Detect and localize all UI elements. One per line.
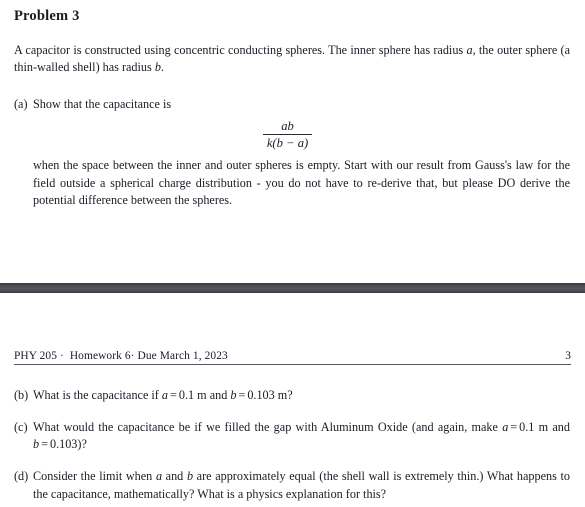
footer-course-line: PHY 205 · Homework 6· Due March 1, 2023 xyxy=(14,350,228,362)
footer-page-number: 3 xyxy=(565,350,571,362)
list-item-c: (c) What would the capacitance be if we … xyxy=(0,419,585,454)
value-b: 0.103 xyxy=(247,388,275,403)
page-footer: PHY 205 · Homework 6· Due March 1, 2023 3 xyxy=(14,293,571,366)
capacitance-formula: ab k(b − a) xyxy=(0,119,585,150)
list-item-b: (b) What is the capacitance if a = 0.1 m a… xyxy=(0,387,585,404)
page-break-separator xyxy=(0,283,585,293)
variable-a: a xyxy=(155,469,163,484)
footer-assignment: Homework 6 xyxy=(69,350,131,362)
fraction-denominator: k(b − a) xyxy=(266,136,309,151)
value-b: 0.103 xyxy=(49,436,78,451)
variable-b: b xyxy=(186,469,194,484)
equals-sign: = xyxy=(41,436,48,451)
fraction: ab k(b − a) xyxy=(262,119,313,151)
list-item-b-text: What is the capacitance if a = 0.1 m and b… xyxy=(33,388,293,403)
footer-course: PHY 205 xyxy=(14,350,57,362)
value-a: 0.1 xyxy=(519,419,535,434)
footer-row: PHY 205 · Homework 6· Due March 1, 2023 3 xyxy=(14,350,571,364)
footer-separator-1: · xyxy=(60,350,64,362)
list-item-a-continuation: when the space between the inner and out… xyxy=(33,158,570,207)
footer-due-date: Due March 1, 2023 xyxy=(137,350,228,362)
document-page-upper: Problem 3 A capacitor is constructed usi… xyxy=(0,0,585,283)
list-item-d: (d) Consider the limit when a and b are … xyxy=(0,468,585,503)
list-item-d-label: (d) xyxy=(14,469,29,484)
footer-rule xyxy=(14,364,571,366)
value-a: 0.1 xyxy=(178,388,195,403)
page-title: Problem 3 xyxy=(14,8,80,24)
list-item-b-label: (b) xyxy=(14,388,29,403)
list-item-a-label: (a) xyxy=(14,96,28,111)
problem-intro-paragraph: A capacitor is constructed using concent… xyxy=(14,43,570,75)
variable-a: a xyxy=(466,43,473,58)
list-item-c-label: (c) xyxy=(14,419,28,434)
equals-sign: = xyxy=(510,419,518,434)
equals-sign: = xyxy=(238,388,246,403)
list-item-a-text: Show that the capacitance is xyxy=(33,96,172,111)
variable-b: b xyxy=(154,60,161,75)
fraction-numerator: ab xyxy=(281,119,294,134)
list-item-d-text: Consider the limit when a and b are appr… xyxy=(33,469,570,501)
list-item-a: (a) Show that the capacitance is xyxy=(0,96,585,113)
equals-sign: = xyxy=(170,388,177,403)
page-lower-body: (b) What is the capacitance if a = 0.1 m a… xyxy=(0,365,585,503)
list-item-c-text: What would the capacitance be if we fill… xyxy=(33,419,570,451)
document-page-lower: PHY 205 · Homework 6· Due March 1, 2023 3… xyxy=(0,293,585,507)
